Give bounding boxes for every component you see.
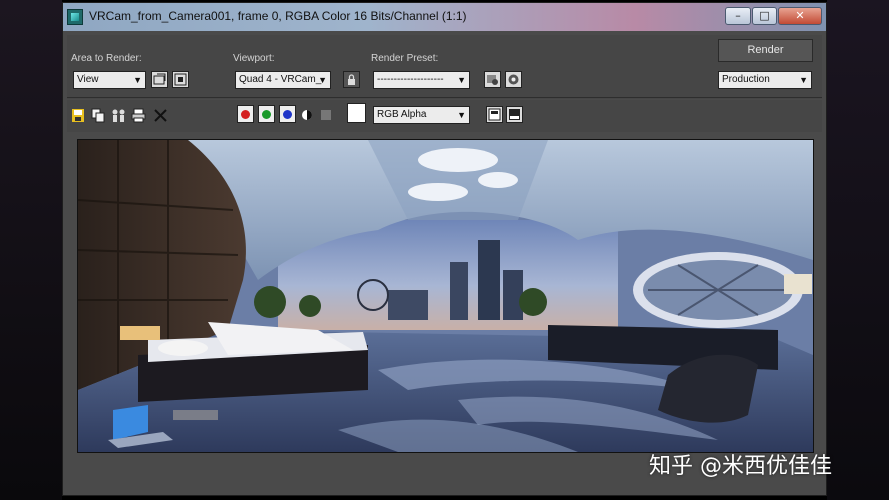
edit-region-icon[interactable] <box>151 71 168 88</box>
green-dot-icon <box>262 110 271 119</box>
clear-icon[interactable] <box>153 108 168 123</box>
window-title: VRCam_from_Camera001, frame 0, RGBA Colo… <box>89 9 467 23</box>
red-dot-icon <box>241 110 250 119</box>
rendered-image <box>78 140 813 452</box>
watermark: 知乎 @米西优佳佳 <box>649 454 832 479</box>
render-settings-toolbar: Area to Render: View ▼ Viewport: Quad 4 … <box>67 35 822 99</box>
blue-channel-toggle[interactable] <box>279 105 296 123</box>
lock-icon[interactable] <box>343 71 360 88</box>
display-channel-value: RGB Alpha <box>377 109 427 120</box>
desktop-right <box>827 0 889 500</box>
red-channel-toggle[interactable] <box>237 105 254 123</box>
save-icon[interactable] <box>71 108 86 123</box>
chevron-down-icon: ▼ <box>318 75 327 85</box>
toolbar-divider <box>67 97 822 98</box>
chevron-down-icon: ▼ <box>457 75 466 85</box>
render-frame-window: VRCam_from_Camera001, frame 0, RGBA Colo… <box>62 2 827 496</box>
print-icon[interactable] <box>131 108 146 123</box>
copy-icon[interactable] <box>91 108 106 123</box>
chevron-down-icon: ▼ <box>457 110 466 120</box>
production-dropdown[interactable]: Production ▼ <box>718 71 812 89</box>
viewport-label: Viewport: <box>233 53 275 64</box>
display-channel-dropdown[interactable]: RGB Alpha ▼ <box>373 106 470 124</box>
production-value: Production <box>722 74 770 85</box>
render-preset-value: -------------------- <box>377 74 444 85</box>
viewport-dropdown[interactable]: Quad 4 - VRCam_ ▼ <box>235 71 331 89</box>
clone-icon[interactable] <box>111 108 126 123</box>
render-preset-dropdown[interactable]: -------------------- ▼ <box>373 71 470 89</box>
render-viewport <box>77 139 814 453</box>
render-setup-icon[interactable] <box>484 71 501 88</box>
green-channel-toggle[interactable] <box>258 105 275 123</box>
area-to-render-label: Area to Render: <box>71 53 142 64</box>
environment-icon[interactable] <box>505 71 522 88</box>
chevron-down-icon: ▼ <box>133 75 142 85</box>
render-preset-label: Render Preset: <box>371 53 439 64</box>
maximize-button[interactable]: □ <box>752 7 777 25</box>
close-button[interactable]: ✕ <box>778 7 822 25</box>
title-bar[interactable]: VRCam_from_Camera001, frame 0, RGBA Colo… <box>63 3 826 31</box>
minimize-button[interactable]: – <box>725 7 751 25</box>
mono-icon[interactable] <box>301 109 316 124</box>
alpha-icon[interactable] <box>321 110 336 125</box>
area-to-render-dropdown[interactable]: View ▼ <box>73 71 146 89</box>
area-to-render-value: View <box>77 74 99 85</box>
viewport-value: Quad 4 - VRCam_ <box>239 74 322 85</box>
toggle-ui-icon[interactable] <box>486 106 503 123</box>
render-button[interactable]: Render <box>718 39 813 62</box>
chevron-down-icon: ▼ <box>799 75 808 85</box>
auto-region-icon[interactable] <box>172 71 189 88</box>
image-toolbar: RGB Alpha ▼ <box>67 100 822 132</box>
frame-buffer-icon[interactable] <box>506 106 523 123</box>
color-swatch[interactable] <box>347 103 366 123</box>
app-icon <box>67 9 83 25</box>
blue-dot-icon <box>283 110 292 119</box>
desktop-left <box>0 0 62 500</box>
